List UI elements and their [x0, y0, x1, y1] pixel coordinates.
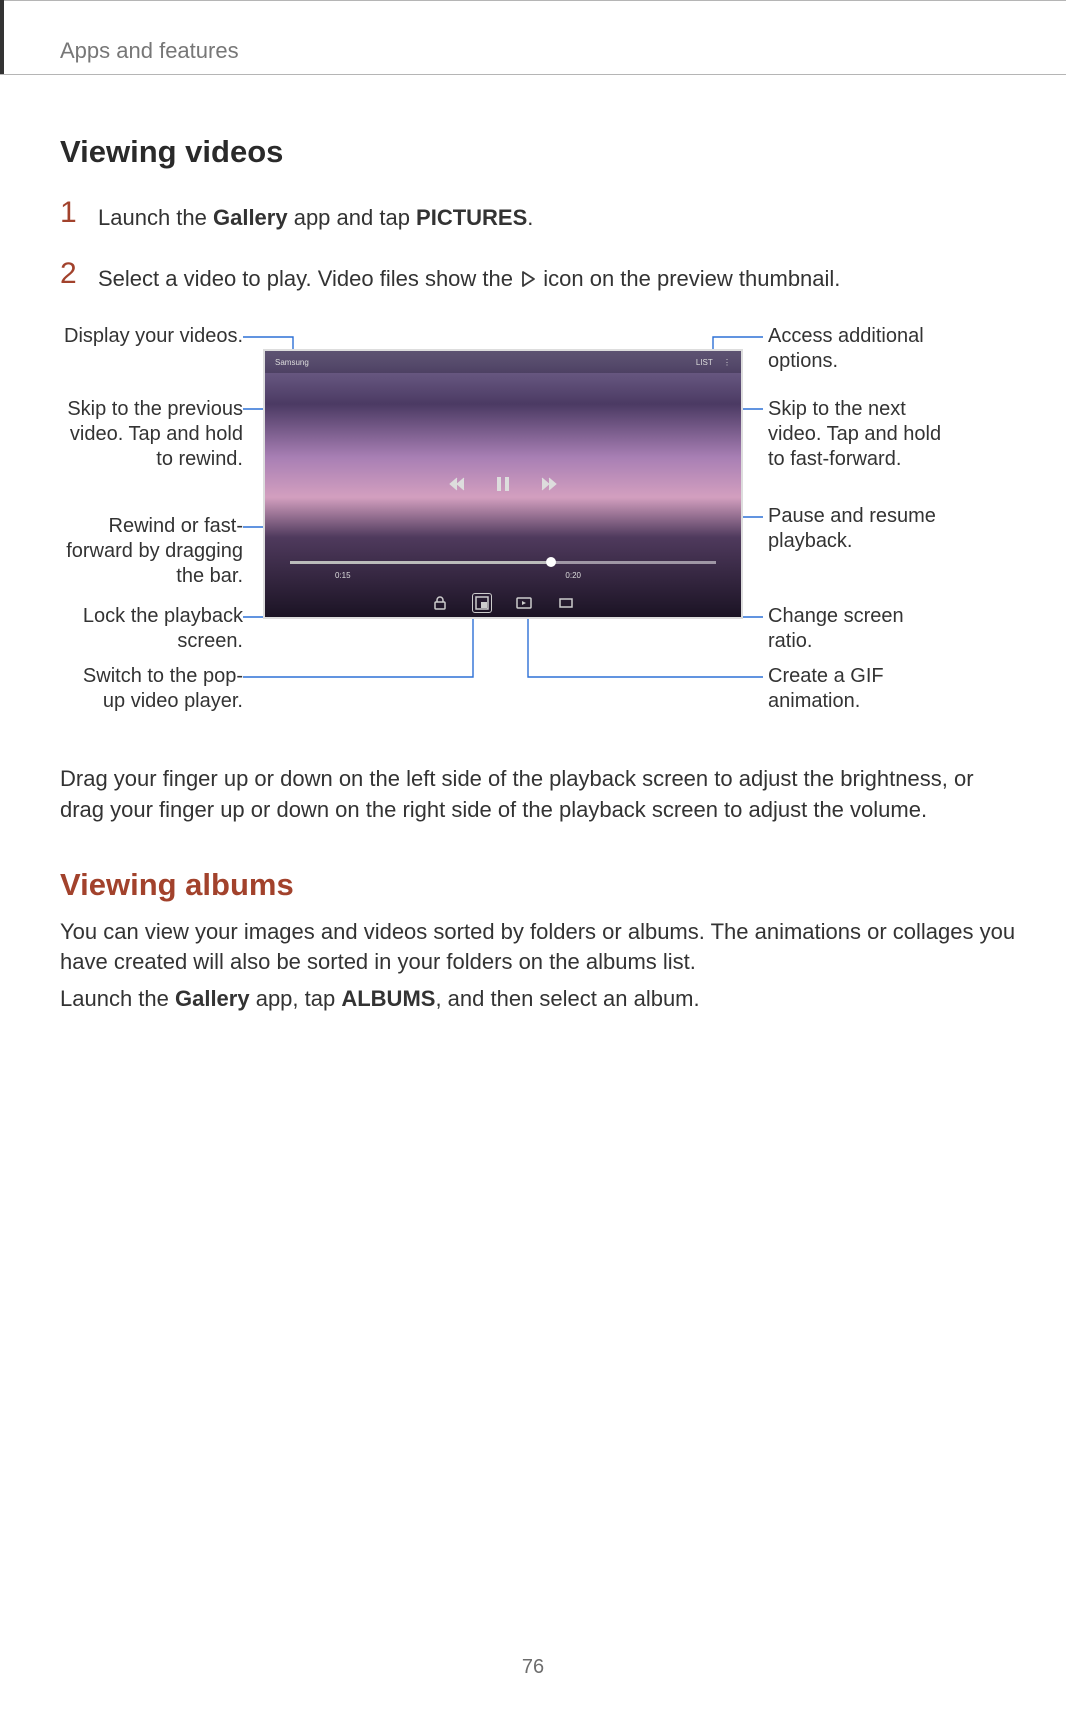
step-1: 1 Launch the Gallery app and tap PICTURE… — [60, 198, 1016, 233]
section-heading-viewing-videos: Viewing videos — [60, 134, 1016, 170]
elapsed-time: 0:15 — [335, 571, 351, 580]
total-time: 0:20 — [565, 571, 581, 580]
step-number: 1 — [60, 198, 82, 233]
callout-display-videos: Display your videos. — [63, 324, 243, 349]
callout-popup-player: Switch to the pop-up video player. — [63, 664, 243, 714]
page-number: 76 — [0, 1656, 1066, 1679]
text: Launch the — [60, 986, 175, 1011]
video-player-diagram: Display your videos. Skip to the previou… — [63, 319, 1013, 744]
playback-controls — [265, 471, 741, 497]
popup-player-button[interactable] — [472, 593, 492, 613]
callout-skip-next: Skip to the next video. Tap and hold to … — [768, 397, 953, 472]
callout-pause-resume: Pause and resume playback. — [768, 504, 953, 554]
text: icon on the preview thumbnail. — [543, 266, 840, 291]
bottom-toolbar — [265, 593, 741, 613]
list-button[interactable]: LIST — [696, 358, 713, 367]
bold-albums: ALBUMS — [341, 986, 435, 1011]
breadcrumb: Apps and features — [60, 38, 1016, 64]
text: app and tap — [288, 205, 416, 230]
callout-screen-ratio: Change screen ratio. — [768, 604, 953, 654]
bold-gallery: Gallery — [175, 986, 250, 1011]
callout-skip-previous: Skip to the previous video. Tap and hold… — [63, 397, 243, 472]
step-2: 2 Select a video to play. Video files sh… — [60, 259, 1016, 294]
seek-bar[interactable] — [290, 561, 716, 564]
document-page: Apps and features Viewing videos 1 Launc… — [0, 0, 1066, 1719]
steps-list: 1 Launch the Gallery app and tap PICTURE… — [60, 198, 1016, 293]
gif-button[interactable] — [514, 593, 534, 613]
video-player-screenshot: Samsung LIST ⋮ — [263, 349, 743, 619]
callout-seek-bar: Rewind or fast-forward by dragging the b… — [63, 514, 243, 589]
video-brand-label: Samsung — [275, 358, 309, 367]
skip-previous-button[interactable] — [444, 471, 470, 497]
albums-paragraph-1: You can view your images and videos sort… — [60, 917, 1016, 978]
pause-button[interactable] — [490, 471, 516, 497]
callout-lock-screen: Lock the playback screen. — [63, 604, 243, 654]
text: app, tap — [250, 986, 342, 1011]
step-number: 2 — [60, 259, 82, 294]
step-text: Select a video to play. Video files show… — [98, 259, 840, 294]
skip-next-button[interactable] — [536, 471, 562, 497]
step-text: Launch the Gallery app and tap PICTURES. — [98, 198, 533, 233]
section-heading-viewing-albums: Viewing albums — [60, 867, 1016, 903]
video-top-bar: Samsung LIST ⋮ — [265, 351, 741, 373]
text: Launch the — [98, 205, 213, 230]
more-options-button[interactable]: ⋮ — [723, 358, 731, 367]
bold-gallery: Gallery — [213, 205, 288, 230]
text: , and then select an album. — [435, 986, 699, 1011]
callout-create-gif: Create a GIF animation. — [768, 664, 953, 714]
brightness-volume-paragraph: Drag your finger up or down on the left … — [60, 764, 1016, 825]
albums-paragraph-2: Launch the Gallery app, tap ALBUMS, and … — [60, 984, 1016, 1014]
bold-pictures: PICTURES — [416, 205, 527, 230]
text: Select a video to play. Video files show… — [98, 266, 519, 291]
play-icon — [519, 270, 537, 288]
callout-more-options: Access additional options. — [768, 324, 953, 374]
lock-button[interactable] — [430, 593, 450, 613]
screen-ratio-button[interactable] — [556, 593, 576, 613]
text: . — [527, 205, 533, 230]
